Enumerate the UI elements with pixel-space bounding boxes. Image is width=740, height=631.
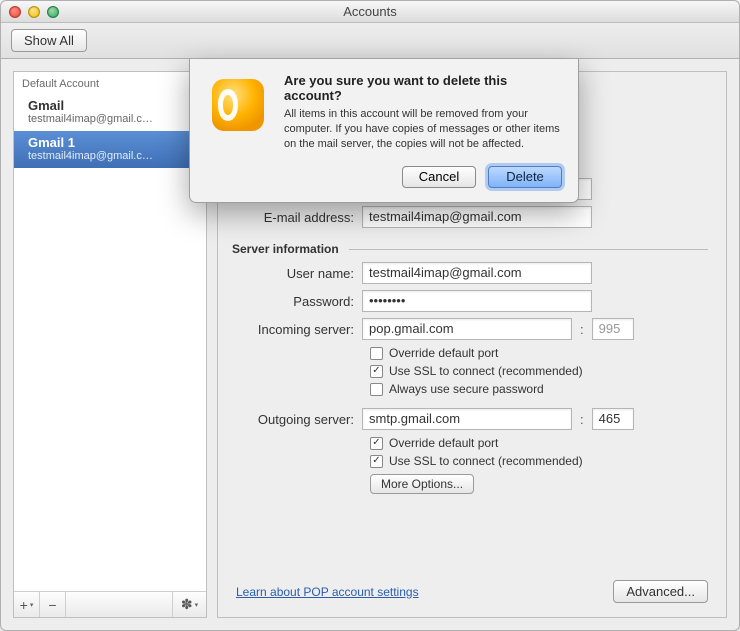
checkbox-out-ssl[interactable] (370, 455, 383, 468)
incoming-port-input[interactable]: 995 (592, 318, 634, 340)
cancel-button[interactable]: Cancel (402, 166, 476, 188)
incoming-server-input[interactable]: pop.gmail.com (362, 318, 572, 340)
toolbar: Show All (1, 23, 739, 59)
port-separator: : (572, 322, 592, 337)
account-name: Gmail 1 (28, 135, 198, 150)
minus-icon: − (48, 597, 56, 613)
checkbox-in-secure[interactable] (370, 383, 383, 396)
chevron-down-icon: ▾ (195, 601, 199, 609)
password-input[interactable]: •••••••• (362, 290, 592, 312)
advanced-button[interactable]: Advanced... (613, 580, 708, 603)
account-name: Gmail (28, 98, 198, 113)
account-item-gmail-1[interactable]: Gmail 1 testmail4imap@gmail.c… (14, 131, 206, 168)
user-name-input[interactable]: testmail4imap@gmail.com (362, 262, 592, 284)
titlebar: Accounts (1, 1, 739, 23)
checkbox-in-ssl[interactable] (370, 365, 383, 378)
label-out-ssl: Use SSL to connect (recommended) (389, 454, 583, 468)
label-outgoing: Outgoing server: (232, 412, 362, 427)
show-all-button[interactable]: Show All (11, 29, 87, 52)
label-email: E-mail address: (232, 210, 362, 225)
account-email: testmail4imap@gmail.c… (28, 113, 198, 125)
outgoing-server-input[interactable]: smtp.gmail.com (362, 408, 572, 430)
dialog-message: All items in this account will be remove… (284, 107, 562, 152)
chevron-down-icon: ▾ (30, 601, 34, 609)
section-server-info: Server information (232, 242, 339, 256)
window-title: Accounts (1, 4, 739, 19)
label-password: Password: (232, 294, 362, 309)
label-in-override: Override default port (389, 346, 498, 360)
delete-button[interactable]: Delete (488, 166, 562, 188)
outlook-app-icon (206, 73, 270, 137)
dialog-title: Are you sure you want to delete this acc… (284, 73, 562, 103)
label-out-override: Override default port (389, 436, 498, 450)
account-email: testmail4imap@gmail.c… (28, 150, 198, 162)
sidebar-header: Default Account (14, 72, 206, 94)
label-incoming: Incoming server: (232, 322, 362, 337)
plus-icon: + (20, 597, 28, 613)
accounts-window: Accounts Show All Default Account Gmail … (0, 0, 740, 631)
learn-link[interactable]: Learn about POP account settings (236, 585, 419, 599)
checkbox-out-override[interactable] (370, 437, 383, 450)
label-in-secure: Always use secure password (389, 382, 544, 396)
sidebar-bottom-bar: +▾ − ✽▾ (14, 591, 206, 617)
remove-account-button[interactable]: − (40, 592, 66, 617)
accounts-sidebar: Default Account Gmail testmail4imap@gmai… (13, 71, 207, 618)
label-user-name: User name: (232, 266, 362, 281)
gear-icon: ✽ (181, 596, 193, 613)
label-in-ssl: Use SSL to connect (recommended) (389, 364, 583, 378)
more-options-button[interactable]: More Options... (370, 474, 474, 494)
email-input[interactable]: testmail4imap@gmail.com (362, 206, 592, 228)
outgoing-port-input[interactable]: 465 (592, 408, 634, 430)
checkbox-in-override[interactable] (370, 347, 383, 360)
port-separator: : (572, 412, 592, 427)
add-account-button[interactable]: +▾ (14, 592, 40, 617)
delete-confirm-dialog: Are you sure you want to delete this acc… (189, 59, 579, 203)
account-actions-button[interactable]: ✽▾ (172, 592, 206, 617)
account-item-gmail[interactable]: Gmail testmail4imap@gmail.c… (14, 94, 206, 131)
